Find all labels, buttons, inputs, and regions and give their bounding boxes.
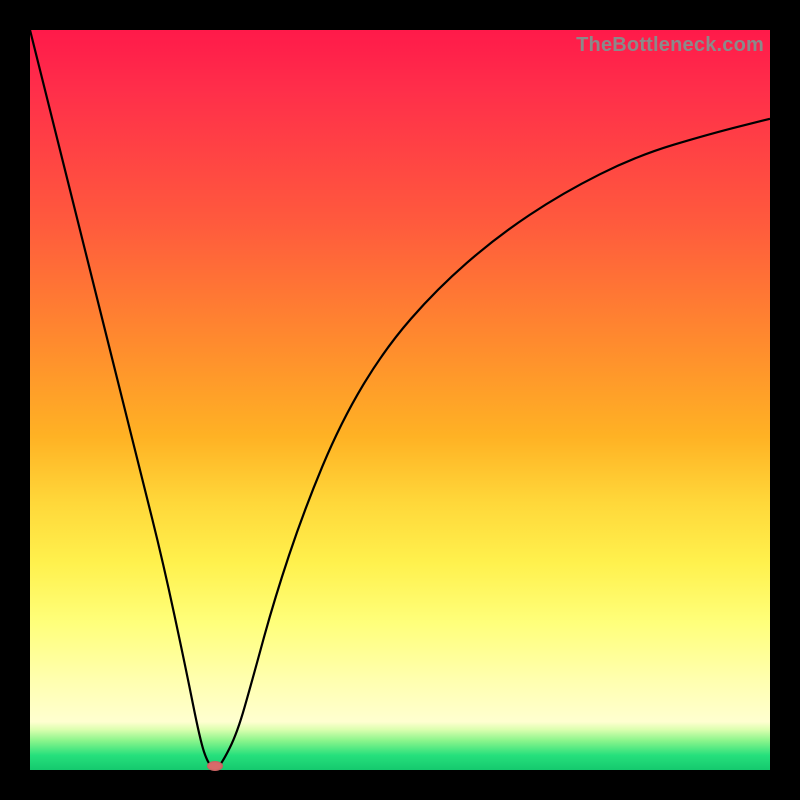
curve-path bbox=[30, 30, 770, 768]
bottleneck-curve bbox=[30, 30, 770, 770]
plot-area: TheBottleneck.com bbox=[30, 30, 770, 770]
chart-frame: TheBottleneck.com bbox=[0, 0, 800, 800]
minimum-marker bbox=[207, 761, 223, 771]
